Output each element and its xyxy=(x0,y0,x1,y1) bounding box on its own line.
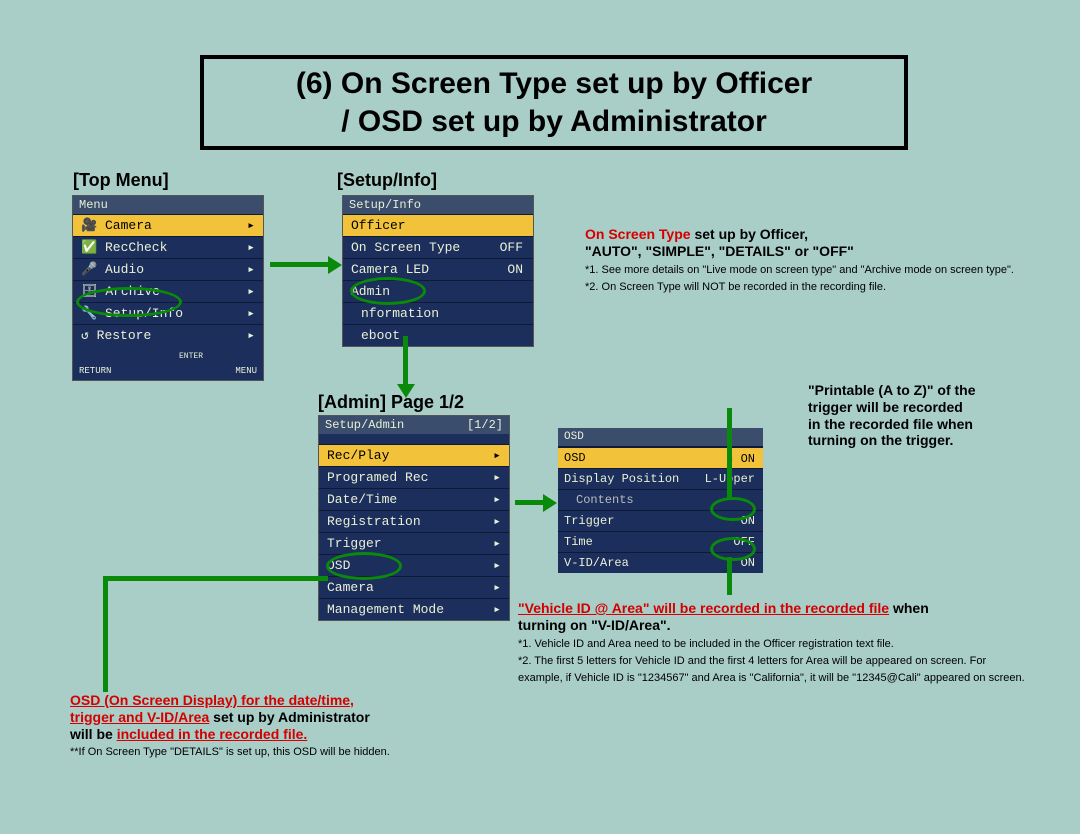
note-on-screen-type: On Screen Type set up by Officer, "AUTO"… xyxy=(585,226,1015,294)
footer-return: RETURN xyxy=(79,366,111,376)
osd-row-trigger[interactable]: TriggerON xyxy=(558,510,763,531)
arrow-5 xyxy=(727,557,732,595)
admin-camera[interactable]: Camera▸ xyxy=(319,576,509,598)
row-on-screen-type[interactable]: On Screen TypeOFF xyxy=(343,236,533,258)
arrow-2 xyxy=(403,336,408,386)
osd-header: OSD xyxy=(558,428,763,447)
arrow-1 xyxy=(270,262,330,267)
row-camera-led[interactable]: Camera LEDON xyxy=(343,258,533,280)
arrow-3 xyxy=(515,500,545,505)
admin-header: Setup/Admin[1/2] xyxy=(319,416,509,434)
admin-recplay[interactable]: Rec/Play▸ xyxy=(319,444,509,466)
panel-setup-info: Setup/Info Officer On Screen TypeOFF Cam… xyxy=(342,195,534,347)
admin-registration[interactable]: Registration▸ xyxy=(319,510,509,532)
osd-row-contents: Contents xyxy=(558,489,763,510)
row-officer[interactable]: Officer xyxy=(343,214,533,236)
top-menu-footer: RETURN ENTER MENU xyxy=(73,346,263,380)
row-reboot[interactable]: eboot xyxy=(343,324,533,346)
title-line-2: / OSD set up by Administrator xyxy=(214,103,894,141)
osd-row-osd[interactable]: OSD◂ ON xyxy=(558,447,763,468)
admin-osd[interactable]: OSD▸ xyxy=(319,554,509,576)
note-osd-summary: OSD (On Screen Display) for the date/tim… xyxy=(70,692,510,760)
panel-top-menu: Menu 🎥 Camera▸ ✅ RecCheck▸ 🎤 Audio▸ 🗄 Ar… xyxy=(72,195,264,381)
menu-item-audio[interactable]: 🎤 Audio▸ xyxy=(73,258,263,280)
menu-item-archive[interactable]: 🗄 Archive▸ xyxy=(73,280,263,302)
admin-programed-rec[interactable]: Programed Rec▸ xyxy=(319,466,509,488)
title-line-1: (6) On Screen Type set up by Officer xyxy=(214,65,894,103)
arrow-4 xyxy=(727,408,732,500)
osd-row-time[interactable]: TimeOFF xyxy=(558,531,763,552)
label-top-menu: [Top Menu] xyxy=(73,170,169,191)
menu-item-camera[interactable]: 🎥 Camera▸ xyxy=(73,214,263,236)
arrow-6b xyxy=(103,576,328,581)
row-admin[interactable]: Admin xyxy=(343,280,533,302)
admin-management-mode[interactable]: Management Mode▸ xyxy=(319,598,509,620)
label-admin-page: [Admin] Page 1/2 xyxy=(318,392,464,413)
row-information[interactable]: nformation xyxy=(343,302,533,324)
panel-admin: Setup/Admin[1/2] Rec/Play▸ Programed Rec… xyxy=(318,415,510,621)
label-setup-info: [Setup/Info] xyxy=(337,170,437,191)
page-title: (6) On Screen Type set up by Officer / O… xyxy=(200,55,908,150)
footer-menu: MENU xyxy=(235,366,257,376)
footer-enter: ENTER xyxy=(179,352,203,361)
setupinfo-header: Setup/Info xyxy=(343,196,533,214)
arrow-3-head xyxy=(543,494,557,512)
osd-row-display-position[interactable]: Display PositionL-Upper xyxy=(558,468,763,489)
admin-datetime[interactable]: Date/Time▸ xyxy=(319,488,509,510)
admin-trigger[interactable]: Trigger▸ xyxy=(319,532,509,554)
menu-item-setupinfo[interactable]: 🔧 Setup/Info▸ xyxy=(73,302,263,324)
menu-item-restore[interactable]: ↺ Restore▸ xyxy=(73,324,263,346)
menu-item-reccheck[interactable]: ✅ RecCheck▸ xyxy=(73,236,263,258)
note-vehicle-id: "Vehicle ID @ Area" will be recorded in … xyxy=(518,600,1028,685)
arrow-2-head xyxy=(397,384,415,398)
panel-osd: OSD OSD◂ ON Display PositionL-Upper Cont… xyxy=(558,428,763,573)
arrow-1-head xyxy=(328,256,342,274)
osd-row-vidarea[interactable]: V-ID/AreaON xyxy=(558,552,763,573)
top-menu-header: Menu xyxy=(73,196,263,214)
arrow-6a xyxy=(103,576,108,692)
admin-pager: [1/2] xyxy=(467,418,503,432)
note-printable: "Printable (A to Z)" of the trigger will… xyxy=(808,382,1038,449)
